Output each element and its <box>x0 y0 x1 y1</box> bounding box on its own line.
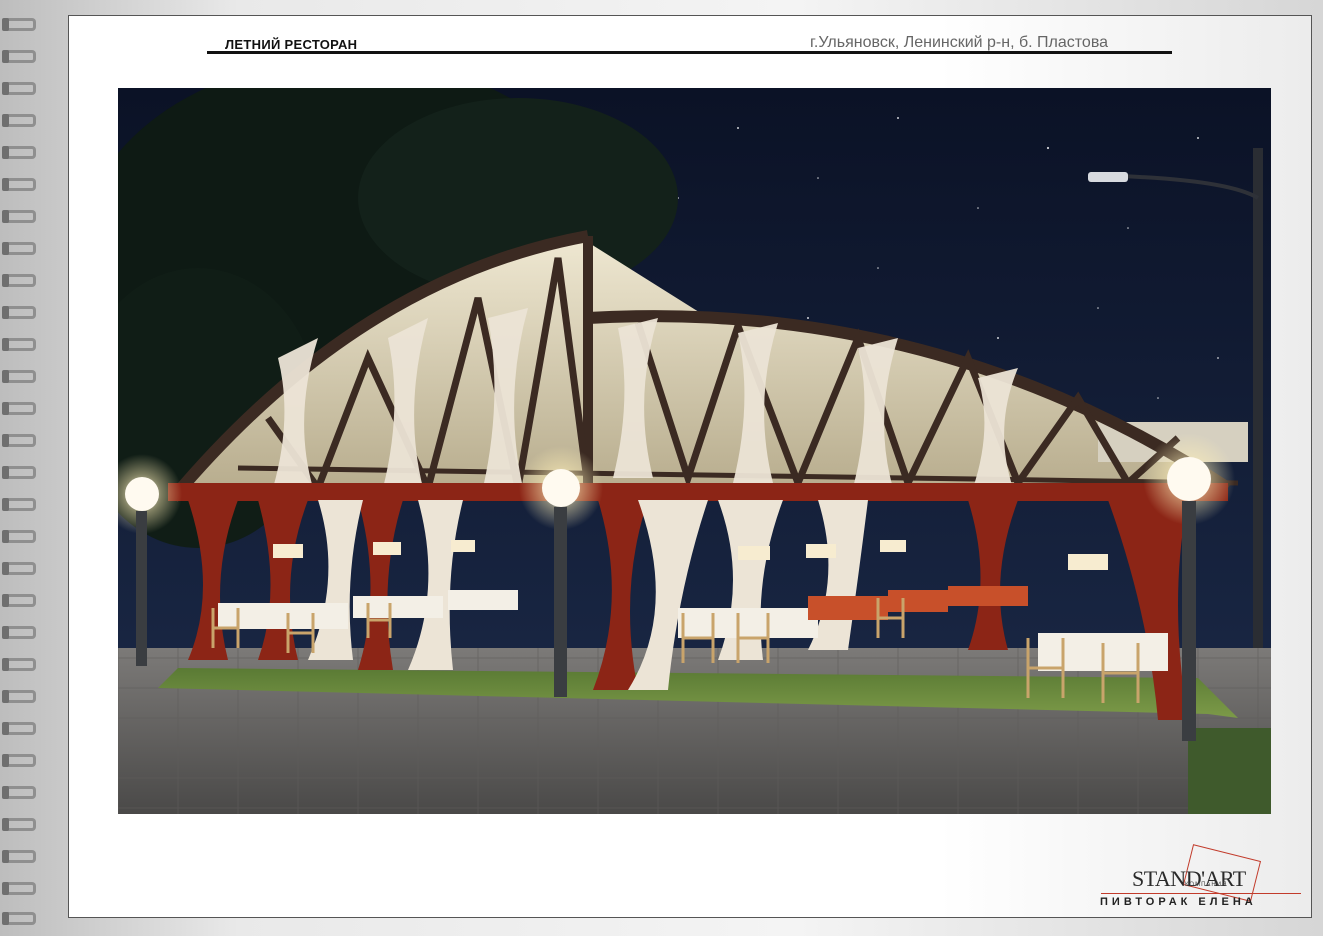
binding-ring <box>2 178 36 191</box>
valance-red <box>168 483 1228 501</box>
binding-ring <box>2 498 36 511</box>
logo-author: ПИВТОРАК ЕЛЕНА <box>1100 896 1257 908</box>
company-logo: STAND'ART КОМПАНИЯ ПИВТОРАК ЕЛЕНА <box>1095 844 1305 910</box>
binding-ring <box>2 882 36 895</box>
binding-ring <box>2 786 36 799</box>
binding-ring <box>2 658 36 671</box>
page-title: ЛЕТНИЙ РЕСТОРАН <box>225 37 358 52</box>
binding-ring <box>2 818 36 831</box>
binding-ring <box>2 210 36 223</box>
binding-ring <box>2 50 36 63</box>
logo-line <box>1101 893 1301 894</box>
binding-ring <box>2 306 36 319</box>
binding-ring <box>2 274 36 287</box>
render-illustration <box>118 88 1271 814</box>
binding-ring <box>2 82 36 95</box>
binding-ring <box>2 146 36 159</box>
spiral-binding <box>0 0 44 936</box>
binding-ring <box>2 690 36 703</box>
project-address: г.Ульяновск, Ленинский р-н, б. Пластова <box>810 34 1109 51</box>
binding-ring <box>2 562 36 575</box>
street-lamp-head <box>1088 172 1128 182</box>
header-rule <box>207 51 1172 54</box>
binding-ring <box>2 754 36 767</box>
logo-brand: STAND'ART <box>1132 866 1246 891</box>
side-lawn <box>1188 728 1271 814</box>
binding-ring <box>2 338 36 351</box>
binding-ring <box>2 18 36 31</box>
binding-ring <box>2 594 36 607</box>
binding-ring <box>2 626 36 639</box>
binding-ring <box>2 912 36 925</box>
logo-company: КОМПАНИЯ <box>1185 882 1228 888</box>
restaurant-render-image <box>118 88 1271 814</box>
binding-ring <box>2 850 36 863</box>
binding-ring <box>2 242 36 255</box>
binding-ring <box>2 402 36 415</box>
binding-ring <box>2 466 36 479</box>
binding-ring <box>2 722 36 735</box>
binding-ring <box>2 114 36 127</box>
binding-ring <box>2 370 36 383</box>
binding-ring <box>2 434 36 447</box>
binding-ring <box>2 530 36 543</box>
